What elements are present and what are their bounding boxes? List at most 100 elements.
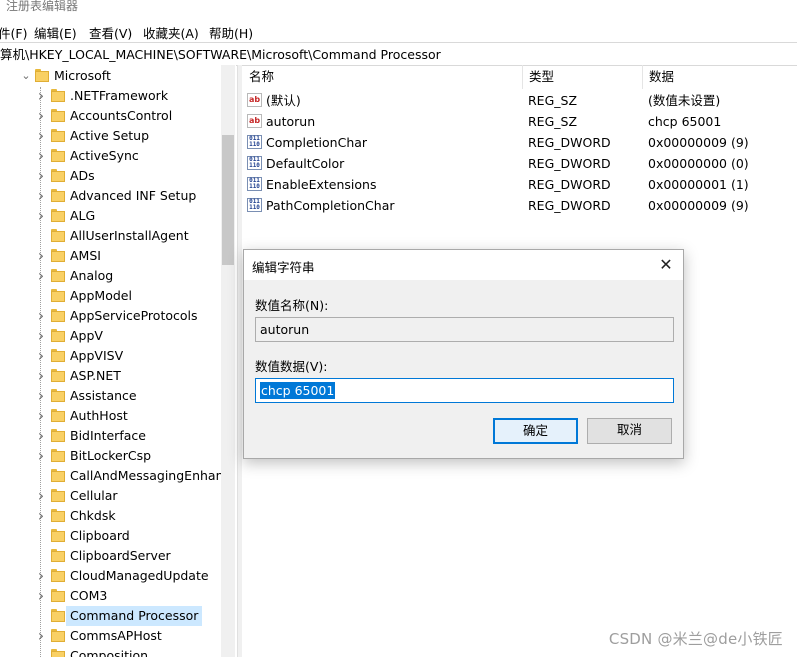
value-row[interactable]: 011 110 EnableExtensions REG_DWORD 0x0000000…	[243, 174, 797, 195]
tree-node-label: AMSI	[70, 248, 101, 263]
chevron-right-icon[interactable]: ›	[35, 246, 47, 266]
value-data: (数值未设置)	[648, 93, 721, 108]
value-row[interactable]: 011 110 CompletionChar REG_DWORD 0x00000009 …	[243, 132, 797, 153]
folder-icon	[51, 429, 65, 442]
tree-node-label: AppModel	[70, 288, 132, 303]
cancel-button[interactable]: 取消	[587, 418, 672, 444]
tree-node-label: COM3	[70, 588, 108, 603]
folder-icon	[51, 329, 65, 342]
value-type: REG_SZ	[528, 114, 578, 129]
chevron-right-icon[interactable]: ›	[35, 426, 47, 446]
chevron-right-icon[interactable]: ›	[35, 446, 47, 466]
chevron-right-icon[interactable]: ›	[35, 206, 47, 226]
pane-splitter[interactable]	[237, 65, 242, 657]
selected-text: chcp 65001	[260, 382, 336, 399]
tree-node-label: .NETFramework	[70, 88, 169, 103]
folder-icon	[51, 229, 65, 242]
folder-icon	[51, 549, 65, 562]
menu-help[interactable]: 帮助(H)	[209, 23, 253, 42]
value-name-field: autorun	[255, 317, 674, 342]
chevron-right-icon[interactable]: ›	[35, 346, 47, 366]
chevron-right-icon[interactable]: ›	[35, 506, 47, 526]
value-name: DefaultColor	[266, 156, 345, 171]
column-header-name[interactable]: 名称	[243, 65, 523, 89]
value-row[interactable]: ab (默认) REG_SZ (数值未设置)	[243, 90, 797, 111]
menu-favorites[interactable]: 收藏夹(A)	[143, 23, 199, 42]
chevron-right-icon[interactable]: ›	[35, 566, 47, 586]
folder-icon	[51, 569, 65, 582]
tree-node-label: BidInterface	[70, 428, 146, 443]
value-data-input[interactable]: chcp 65001	[255, 378, 674, 403]
close-icon[interactable]: ✕	[655, 254, 677, 276]
value-name: EnableExtensions	[266, 177, 377, 192]
chevron-right-icon[interactable]: ›	[35, 386, 47, 406]
chevron-right-icon[interactable]: ›	[35, 186, 47, 206]
scrollbar-thumb[interactable]	[222, 135, 234, 265]
column-header-data[interactable]: 数据	[643, 65, 797, 89]
folder-icon	[35, 69, 49, 82]
menu-edit[interactable]: 编辑(E)	[34, 23, 77, 42]
tree-node-label: Microsoft	[54, 68, 111, 83]
tree-node-label: AuthHost	[70, 408, 128, 423]
value-name: CompletionChar	[266, 135, 368, 150]
folder-icon	[51, 369, 65, 382]
folder-icon	[51, 129, 65, 142]
dialog-title-bar: 编辑字符串 ✕	[244, 250, 683, 280]
dword-value-icon: 011 110	[247, 198, 262, 212]
value-data-label: 数值数据(V):	[255, 359, 328, 374]
tree-node-label: BitLockerCsp	[70, 448, 152, 463]
value-row[interactable]: ab autorun REG_SZ chcp 65001	[243, 111, 797, 132]
column-header-type[interactable]: 类型	[523, 65, 643, 89]
value-row[interactable]: 011 110 PathCompletionChar REG_DWORD 0x00000…	[243, 195, 797, 216]
chevron-right-icon[interactable]: ›	[35, 166, 47, 186]
tree-node-label: AppServiceProtocols	[70, 308, 198, 323]
chevron-right-icon[interactable]: ›	[35, 586, 47, 606]
value-type: REG_DWORD	[528, 156, 611, 171]
value-name-label: 数值名称(N):	[255, 298, 329, 313]
menu-file[interactable]: 件(F)	[0, 23, 27, 42]
chevron-right-icon[interactable]: ›	[35, 626, 47, 646]
string-value-icon: ab	[247, 93, 262, 107]
chevron-right-icon[interactable]: ›	[35, 86, 47, 106]
folder-icon	[51, 269, 65, 282]
value-name: autorun	[266, 114, 316, 129]
tree-node-label: CallAndMessagingEnhanc	[70, 468, 231, 483]
tree-node-label: Clipboard	[70, 528, 130, 543]
value-row[interactable]: 011 110 DefaultColor REG_DWORD 0x00000000 (0…	[243, 153, 797, 174]
string-value-icon: ab	[247, 114, 262, 128]
tree-node-label: ClipboardServer	[70, 548, 171, 563]
folder-icon	[51, 529, 65, 542]
value-type: REG_DWORD	[528, 177, 611, 192]
folder-icon	[51, 209, 65, 222]
chevron-right-icon[interactable]: ›	[35, 146, 47, 166]
folder-icon	[51, 409, 65, 422]
menu-view[interactable]: 查看(V)	[89, 23, 132, 42]
value-name: (默认)	[266, 93, 301, 108]
address-input[interactable]	[0, 44, 790, 62]
chevron-right-icon[interactable]: ›	[35, 366, 47, 386]
value-data: 0x00000009 (9)	[648, 198, 749, 213]
ok-button[interactable]: 确定	[493, 418, 578, 444]
value-data: 0x00000009 (9)	[648, 135, 749, 150]
menu-bar: 件(F) 编辑(E) 查看(V) 收藏夹(A) 帮助(H)	[0, 20, 797, 42]
address-bar	[0, 42, 797, 66]
tree-node-label: ALG	[70, 208, 96, 223]
tree-node-label: AppVISV	[70, 348, 124, 363]
chevron-right-icon[interactable]: ›	[35, 106, 47, 126]
folder-icon	[51, 189, 65, 202]
chevron-right-icon[interactable]: ›	[35, 406, 47, 426]
tree-node-label: AccountsControl	[70, 108, 173, 123]
value-data: 0x00000001 (1)	[648, 177, 749, 192]
tree-node-label: Cellular	[70, 488, 118, 503]
chevron-right-icon[interactable]: ›	[35, 306, 47, 326]
chevron-right-icon[interactable]: ›	[35, 266, 47, 286]
tree-scrollbar[interactable]	[221, 65, 235, 657]
tree-node-label: Assistance	[70, 388, 137, 403]
chevron-right-icon[interactable]: ›	[35, 126, 47, 146]
dword-value-icon: 011 110	[247, 135, 262, 149]
chevron-right-icon[interactable]: ›	[35, 326, 47, 346]
value-data: chcp 65001	[648, 114, 722, 129]
chevron-right-icon[interactable]: ›	[35, 486, 47, 506]
chevron-down-icon[interactable]: ⌄	[20, 66, 32, 86]
folder-icon	[51, 589, 65, 602]
